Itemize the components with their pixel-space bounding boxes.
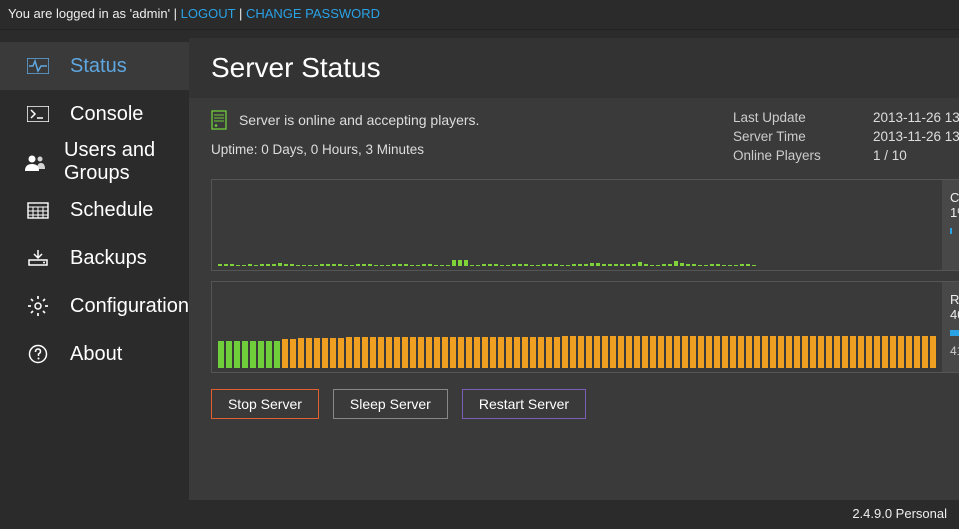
login-username: admin [132, 6, 167, 21]
last-update-value: 2013-11-26 13:27:29 [873, 110, 959, 125]
main-panel: Server Status Server is online and accep… [189, 38, 959, 500]
page-title: Server Status [211, 52, 381, 84]
sidebar-label-schedule: Schedule [70, 199, 153, 222]
sidebar-label-backups: Backups [70, 247, 147, 270]
server-icon [211, 110, 227, 130]
page-header: Server Status [189, 38, 959, 98]
change-password-link[interactable]: CHANGE PASSWORD [246, 6, 380, 21]
status-row: Server is online and accepting players. … [189, 98, 959, 169]
console-icon [24, 104, 52, 124]
topbar-sep: | [235, 6, 246, 21]
ram-chart [212, 282, 942, 372]
restart-server-button[interactable]: Restart Server [462, 389, 586, 419]
logout-link[interactable]: LOGOUT [181, 6, 236, 21]
sidebar-label-users: Users and Groups [64, 139, 189, 185]
sidebar-item-console[interactable]: Console [0, 90, 189, 138]
stop-server-button[interactable]: Stop Server [211, 389, 319, 419]
ram-chart-side: RAM Usage: 40% 415/1024MB [942, 282, 959, 372]
ram-usage-detail: 415/1024MB [950, 344, 959, 358]
topbar: You are logged in as 'admin' | LOGOUT | … [0, 0, 959, 30]
sidebar-item-backups[interactable]: Backups [0, 234, 189, 282]
cpu-chart [212, 180, 942, 270]
server-time-label: Server Time [733, 129, 873, 144]
sidebar-label-console: Console [70, 103, 143, 126]
gear-icon [24, 296, 52, 316]
last-update-label: Last Update [733, 110, 873, 125]
about-icon [24, 344, 52, 364]
ram-mini-bar [950, 330, 959, 336]
sidebar-label-status: Status [70, 55, 127, 78]
sidebar-item-status[interactable]: Status [0, 42, 189, 90]
online-players-value: 1 / 10 [873, 148, 959, 163]
button-row: Stop Server Sleep Server Restart Server [189, 373, 959, 435]
online-players-label: Online Players [733, 148, 873, 163]
sidebar-item-about[interactable]: About [0, 330, 189, 378]
sidebar-label-about: About [70, 343, 122, 366]
cpu-chart-side: CPU Usage: 1% [942, 180, 959, 270]
login-text-prefix: You are logged in as ' [8, 6, 132, 21]
sidebar-item-users[interactable]: Users and Groups [0, 138, 189, 186]
cpu-mini-bar [950, 228, 952, 234]
schedule-icon [24, 200, 52, 220]
server-time-value: 2013-11-26 13:27:29 [873, 129, 959, 144]
footer-version: 2.4.9.0 Personal [0, 500, 959, 527]
users-icon [24, 152, 46, 172]
sidebar: Status Console Users and Groups Schedule… [0, 30, 189, 500]
backups-icon [24, 248, 52, 268]
ram-usage-label: RAM Usage: 40% [950, 292, 959, 322]
login-text-suffix: ' | [168, 6, 181, 21]
sidebar-item-schedule[interactable]: Schedule [0, 186, 189, 234]
sidebar-label-configuration: Configuration [70, 295, 189, 318]
status-text: Server is online and accepting players. [239, 112, 479, 128]
sleep-server-button[interactable]: Sleep Server [333, 389, 448, 419]
ram-chart-block: RAM Usage: 40% 415/1024MB [211, 281, 959, 373]
cpu-usage-label: CPU Usage: 1% [950, 190, 959, 220]
cpu-chart-block: CPU Usage: 1% [211, 179, 959, 271]
sidebar-item-configuration[interactable]: Configuration [0, 282, 189, 330]
status-icon [24, 56, 52, 76]
uptime-text: Uptime: 0 Days, 0 Hours, 3 Minutes [211, 142, 733, 157]
